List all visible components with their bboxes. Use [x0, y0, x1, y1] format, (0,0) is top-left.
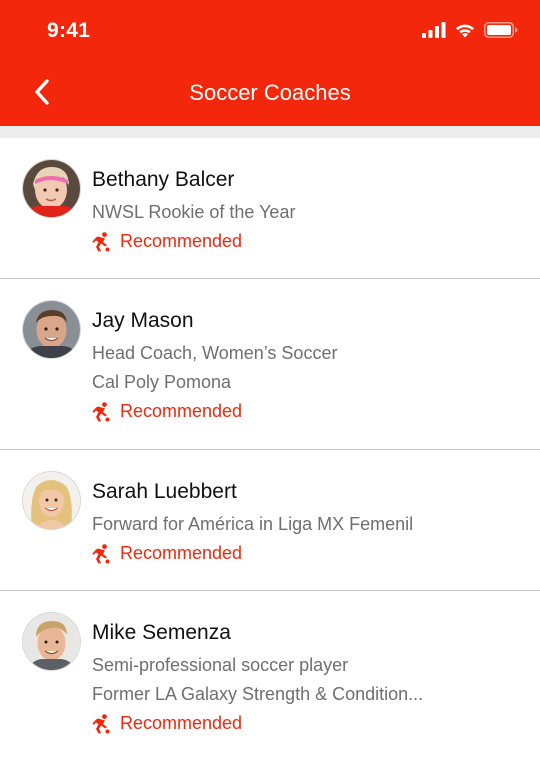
- coach-affiliation: Cal Poly Pomona: [92, 372, 232, 392]
- coach-info: Mike Semenza Semi-professional soccer pl…: [92, 621, 520, 738]
- coach-info: Jay Mason Head Coach, Women’s Soccer Cal…: [92, 309, 520, 426]
- coach-row[interactable]: Sarah Luebbert Forward for América in Li…: [0, 450, 540, 591]
- recommended-badge: Recommended: [92, 709, 520, 738]
- coach-name: Sarah Luebbert: [92, 480, 237, 503]
- coach-name: Mike Semenza: [92, 621, 231, 644]
- coach-title: NWSL Rookie of the Year: [92, 202, 296, 222]
- status-icons: [422, 21, 518, 43]
- coach-list: Bethany Balcer NWSL Rookie of the Year R…: [0, 138, 540, 761]
- coach-row[interactable]: Jay Mason Head Coach, Women’s Soccer Cal…: [0, 279, 540, 450]
- avatar: [23, 160, 80, 217]
- avatar: [23, 472, 80, 529]
- app-header: 9:41 Soccer Coaches: [0, 0, 540, 126]
- coach-title: Forward for América in Liga MX Femenil: [92, 514, 414, 534]
- recommended-label: Recommended: [120, 401, 243, 421]
- avatar: [23, 613, 80, 670]
- coach-title: Head Coach, Women’s Soccer: [92, 343, 338, 363]
- recommended-label: Recommended: [120, 543, 243, 563]
- coach-name: Bethany Balcer: [92, 168, 235, 191]
- recommended-badge: Recommended: [92, 227, 520, 256]
- coach-name: Jay Mason: [92, 309, 194, 332]
- coach-affiliation: Former LA Galaxy Strength & Condition...: [92, 684, 424, 704]
- coach-row[interactable]: Bethany Balcer NWSL Rookie of the Year R…: [0, 138, 540, 279]
- avatar: [23, 301, 80, 358]
- player-kick-icon: [92, 231, 110, 252]
- player-kick-icon: [92, 401, 110, 422]
- coach-info: Bethany Balcer NWSL Rookie of the Year R…: [92, 168, 520, 256]
- battery-icon: [484, 21, 518, 43]
- recommended-label: Recommended: [120, 231, 243, 251]
- page-title: Soccer Coaches: [189, 80, 351, 105]
- coach-title: Semi-professional soccer player: [92, 655, 349, 675]
- player-kick-icon: [92, 543, 110, 564]
- recommended-label: Recommended: [120, 713, 243, 733]
- signal-icon: [422, 21, 446, 43]
- recommended-badge: Recommended: [92, 539, 520, 568]
- coach-row[interactable]: Mike Semenza Semi-professional soccer pl…: [0, 591, 540, 761]
- wifi-icon: [454, 22, 476, 43]
- status-time: 9:41: [47, 19, 91, 42]
- player-kick-icon: [92, 713, 110, 734]
- header-separator: [0, 126, 540, 138]
- coach-info: Sarah Luebbert Forward for América in Li…: [92, 480, 520, 568]
- recommended-badge: Recommended: [92, 397, 520, 426]
